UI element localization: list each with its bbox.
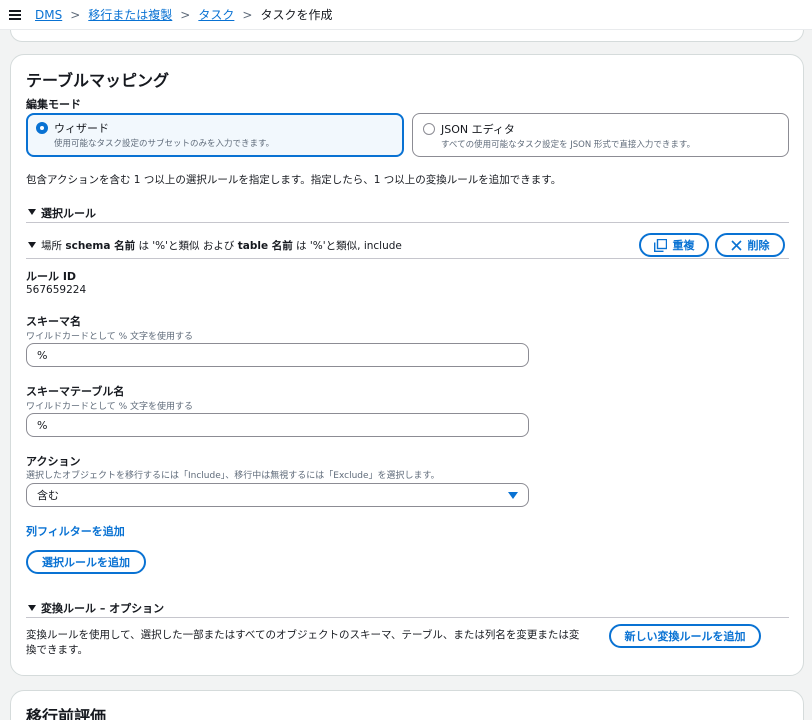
action-label: アクション (26, 455, 81, 468)
hamburger-menu-icon[interactable] (9, 9, 21, 20)
schema-name-label: スキーマ名 (26, 315, 81, 328)
rule-summary[interactable]: 場所 schema 名前 は '%'と類似 および table 名前 は '%'… (41, 238, 402, 253)
breadcrumb-dms[interactable]: DMS (35, 8, 62, 22)
duplicate-label: 重複 (672, 239, 695, 252)
rule-id-value: 567659224 (26, 284, 87, 296)
schema-name-input[interactable] (26, 343, 529, 367)
add-column-filter-link[interactable]: 列フィルターを追加 (26, 523, 125, 539)
add-selection-rule-button[interactable]: 選択ルールを追加 (26, 550, 146, 574)
action-select[interactable]: 含む (26, 483, 529, 507)
divider (26, 222, 789, 223)
previous-section-card (10, 30, 804, 42)
transformation-description-line2: 換できます。 (26, 644, 88, 656)
divider (26, 617, 789, 618)
copy-icon (653, 238, 667, 252)
wizard-description: 使用可能なタスク設定のサブセットのみを入力できます。 (54, 139, 275, 149)
json-editor-radio[interactable] (423, 123, 435, 135)
divider (26, 258, 789, 259)
action-hint: 選択したオブジェクトを移行するには「Include」、移行中は無視するには「Ex… (26, 471, 440, 481)
caret-down-icon[interactable] (28, 209, 36, 215)
schema-table-name-input[interactable] (26, 413, 529, 437)
premigration-title: 移行前評価 (26, 707, 107, 720)
close-icon (730, 239, 742, 251)
schema-name-hint: ワイルドカードとして % 文字を使用する (26, 332, 194, 342)
section-title: テーブルマッピング (26, 71, 170, 90)
wizard-title: ウィザード (54, 122, 109, 135)
json-editor-title: JSON エディタ (441, 123, 515, 136)
breadcrumb-tasks[interactable]: タスク (198, 6, 234, 23)
top-bar: DMS > 移行または複製 > タスク > タスクを作成 (0, 0, 812, 30)
transformation-rules-heading[interactable]: 変換ルール – オプション (41, 600, 164, 616)
json-editor-option-tile[interactable]: JSON エディタ すべての使用可能なタスク設定を JSON 形式で直接入力でき… (412, 113, 789, 157)
breadcrumb-current: タスクを作成 (260, 8, 333, 22)
chevron-right-icon: > (180, 7, 191, 22)
premigration-assessment-card: 移行前評価 (10, 690, 804, 720)
schema-table-name-hint: ワイルドカードとして % 文字を使用する (26, 402, 194, 412)
rule-summary-prefix: 場所 (41, 240, 66, 252)
breadcrumb-migrate[interactable]: 移行または複製 (88, 6, 172, 23)
schema-table-name-label: スキーマテーブル名 (26, 385, 125, 398)
transformation-description-line1: 変換ルールを使用して、選択した一部またはすべてのオブジェクトのスキーマ、テーブル… (26, 629, 580, 641)
caret-down-icon[interactable] (28, 605, 36, 611)
chevron-right-icon: > (242, 7, 253, 22)
caret-down-icon[interactable] (28, 242, 36, 248)
dropdown-caret-icon[interactable] (508, 492, 518, 499)
chevron-right-icon: > (70, 7, 81, 22)
rule-summary-mid2: は '%'と類似, include (292, 240, 402, 252)
action-select-value: 含む (37, 489, 59, 502)
edit-mode-label: 編集モード (26, 98, 81, 111)
rule-summary-table: table 名前 (237, 240, 293, 252)
json-editor-description: すべての使用可能なタスク設定を JSON 形式で直接入力できます。 (441, 140, 696, 150)
rule-summary-mid1: は '%'と類似 および (135, 240, 238, 252)
add-transformation-rule-button[interactable]: 新しい変換ルールを追加 (609, 624, 761, 648)
selection-rules-heading[interactable]: 選択ルール (41, 205, 96, 221)
rule-id-label: ルール ID (26, 270, 77, 283)
table-mapping-card: テーブルマッピング 編集モード ウィザード 使用可能なタスク設定のサブセットのみ… (10, 54, 804, 676)
duplicate-button[interactable]: 重複 (639, 233, 709, 257)
delete-label: 削除 (747, 239, 770, 252)
wizard-radio[interactable] (36, 122, 48, 134)
rule-summary-schema: schema 名前 (65, 240, 136, 252)
delete-button[interactable]: 削除 (715, 233, 785, 257)
intro-text: 包含アクションを含む 1 つ以上の選択ルールを指定します。指定したら、1 つ以上… (26, 174, 562, 186)
wizard-option-tile[interactable]: ウィザード 使用可能なタスク設定のサブセットのみを入力できます。 (26, 113, 404, 157)
